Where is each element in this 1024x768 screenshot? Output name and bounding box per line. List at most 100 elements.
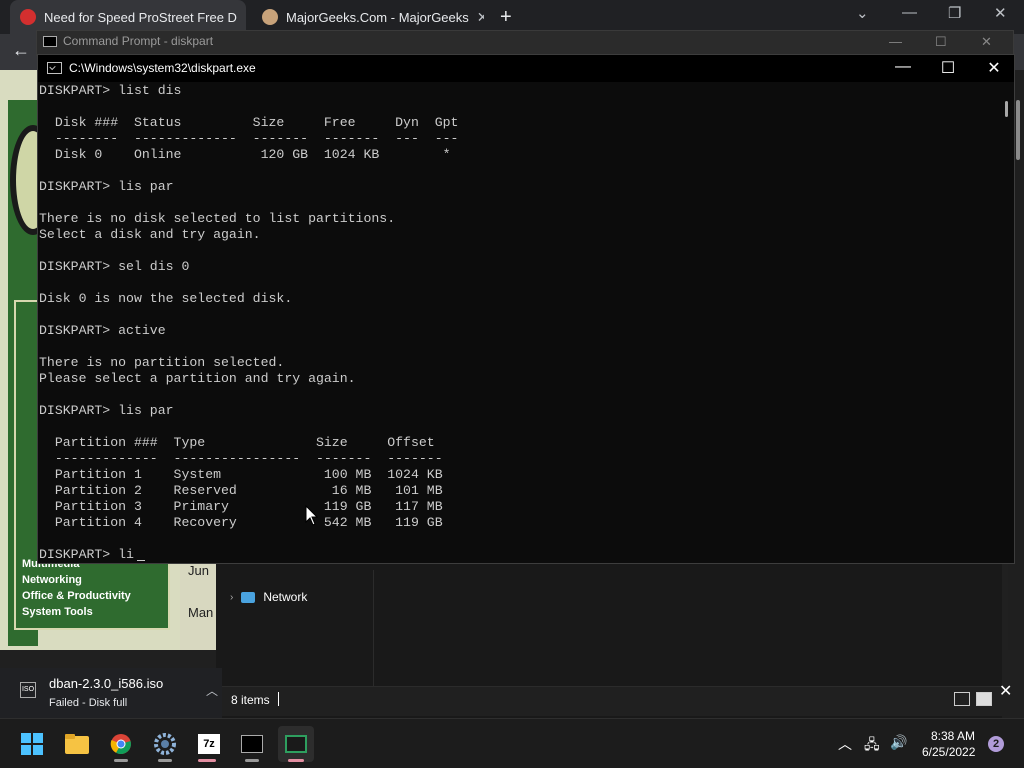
text-cursor <box>137 560 145 561</box>
back-arrow-icon[interactable]: ← <box>12 40 30 61</box>
command-prompt-title: Command Prompt - diskpart <box>63 34 214 48</box>
diskpart-icon <box>285 735 307 753</box>
nav-item-label: Network <box>263 590 308 604</box>
active-indicator <box>288 759 304 762</box>
diskpart-window: C:\Windows\system32\diskpart.exe — ☐ ✕ D… <box>37 54 1015 564</box>
tab-favicon-icon <box>20 9 36 25</box>
network-tray-icon[interactable]: 🖧 <box>864 734 880 758</box>
chrome-icon <box>110 734 131 755</box>
console-line: Please select a partition and try again. <box>39 371 356 386</box>
close-tab-icon[interactable]: ✕ <box>477 9 484 26</box>
tab-search-icon[interactable]: ⌄ <box>856 4 869 22</box>
volume-icon[interactable]: 🔊 <box>890 734 907 751</box>
clock-time[interactable]: 8:38 AM <box>931 729 975 743</box>
clock-date[interactable]: 6/25/2022 <box>922 745 975 759</box>
7zip-icon: 7z <box>198 734 220 754</box>
download-filename[interactable]: dban-2.3.0_i586.iso <box>49 676 163 691</box>
minimize-icon[interactable]: — <box>889 34 902 49</box>
console-icon <box>47 62 62 74</box>
console-line: DISKPART> list dis <box>39 83 182 98</box>
browser-tab-majorgeeks[interactable]: MajorGeeks.Com - MajorGeeks ✕ <box>252 0 484 34</box>
command-prompt-icon <box>241 735 263 753</box>
page-scrollbar-thumb[interactable] <box>1016 100 1020 160</box>
console-line: DISKPART> li <box>39 547 134 561</box>
explorer-nav-pane <box>218 570 374 686</box>
close-tab-icon[interactable]: ✕ <box>245 9 246 26</box>
iso-file-icon: ISO <box>20 682 36 698</box>
view-switcher <box>954 692 992 706</box>
console-line: Partition 3 Primary 119 GB 117 MB <box>39 499 443 514</box>
browser-tab-strip: Need for Speed ProStreet Free D ✕ MajorG… <box>0 0 1024 34</box>
start-icon <box>21 733 43 755</box>
settings-icon <box>154 733 176 755</box>
console-line: Disk 0 Online 120 GB 1024 KB * <box>39 147 451 162</box>
item-count: 8 items <box>231 693 270 707</box>
running-indicator <box>245 759 259 762</box>
settings-taskbar-button[interactable] <box>147 726 183 762</box>
console-line: ------------- ---------------- ------- -… <box>39 451 443 466</box>
console-line: Select a disk and try again. <box>39 227 261 242</box>
tab-favicon-icon <box>262 9 278 25</box>
notification-badge[interactable]: 2 <box>988 736 1004 752</box>
close-icon[interactable]: ✕ <box>981 34 992 50</box>
browser-restore-icon[interactable]: ❐ <box>948 4 961 22</box>
console-line: There is no disk selected to list partit… <box>39 211 396 226</box>
console-line: Disk ### Status Size Free Dyn Gpt <box>39 115 459 130</box>
console-scrollbar[interactable] <box>999 83 1014 563</box>
start-button[interactable] <box>14 726 50 762</box>
console-scrollbar-thumb[interactable] <box>1005 101 1008 117</box>
console-line: DISKPART> sel dis 0 <box>39 259 190 274</box>
desktop: Need for Speed ProStreet Free D ✕ MajorG… <box>0 0 1024 768</box>
download-status: Failed - Disk full <box>49 697 128 709</box>
console-output[interactable]: DISKPART> list dis Disk ### Status Size … <box>39 83 999 561</box>
tab-title: Need for Speed ProStreet Free D <box>44 9 237 25</box>
console-line: Disk 0 is now the selected disk. <box>39 291 293 306</box>
file-explorer-taskbar-button[interactable] <box>59 726 95 762</box>
mouse-pointer-icon <box>305 505 319 526</box>
maximize-icon[interactable]: ☐ <box>933 58 963 78</box>
console-line: DISKPART> lis par <box>39 403 174 418</box>
file-explorer-icon <box>65 734 89 754</box>
webpage-snippet: Man <box>188 605 214 620</box>
window-title: C:\Windows\system32\diskpart.exe <box>69 61 256 75</box>
7zip-taskbar-button[interactable]: 7z <box>191 726 227 762</box>
category-link[interactable]: Office & Productivity <box>22 590 131 602</box>
console-line: Partition 1 System 100 MB 1024 KB <box>39 467 443 482</box>
chevron-up-icon[interactable]: ︿ <box>206 682 218 699</box>
running-indicator <box>158 759 172 762</box>
webpage-snippet: Jun <box>188 563 209 578</box>
details-view-icon[interactable] <box>954 692 970 706</box>
minimize-icon[interactable]: — <box>888 58 918 76</box>
explorer-status-bar <box>216 686 1002 716</box>
chevron-up-icon[interactable]: ︿ <box>838 734 852 754</box>
console-line: -------- ------------- ------- ------- -… <box>39 131 459 146</box>
tiles-view-icon[interactable] <box>976 692 992 706</box>
console-line: Partition 4 Recovery 542 MB 119 GB <box>39 515 443 530</box>
browser-close-icon[interactable]: ✕ <box>994 4 1007 22</box>
command-prompt-taskbar-button[interactable] <box>234 726 270 762</box>
close-download-bar-icon[interactable]: ✕ <box>999 681 1012 701</box>
running-indicator <box>198 759 216 762</box>
close-icon[interactable]: ✕ <box>979 58 1009 78</box>
chevron-right-icon[interactable]: › <box>230 592 233 603</box>
console-line: DISKPART> lis par <box>39 179 174 194</box>
new-tab-button[interactable]: + <box>500 6 512 29</box>
browser-tab-nfs[interactable]: Need for Speed ProStreet Free D ✕ <box>10 0 246 34</box>
console-line: Partition 2 Reserved 16 MB 101 MB <box>39 483 443 498</box>
status-divider <box>278 692 279 706</box>
browser-minimize-icon[interactable]: — <box>902 4 917 21</box>
running-indicator <box>114 759 128 762</box>
console-line: Partition ### Type Size Offset <box>39 435 435 450</box>
console-line: DISKPART> active <box>39 323 166 338</box>
console-line: There is no partition selected. <box>39 355 285 370</box>
network-icon <box>241 591 256 603</box>
tab-title: MajorGeeks.Com - MajorGeeks <box>286 9 469 25</box>
command-prompt-icon <box>43 36 57 47</box>
chrome-taskbar-button[interactable] <box>103 726 139 762</box>
maximize-icon[interactable]: ☐ <box>935 34 947 50</box>
explorer-nav-network[interactable]: › Network <box>230 590 307 604</box>
diskpart-taskbar-button[interactable] <box>278 726 314 762</box>
diskpart-titlebar[interactable]: C:\Windows\system32\diskpart.exe — ☐ ✕ <box>38 55 1014 82</box>
category-link[interactable]: System Tools <box>22 606 93 618</box>
category-link[interactable]: Networking <box>22 574 82 586</box>
